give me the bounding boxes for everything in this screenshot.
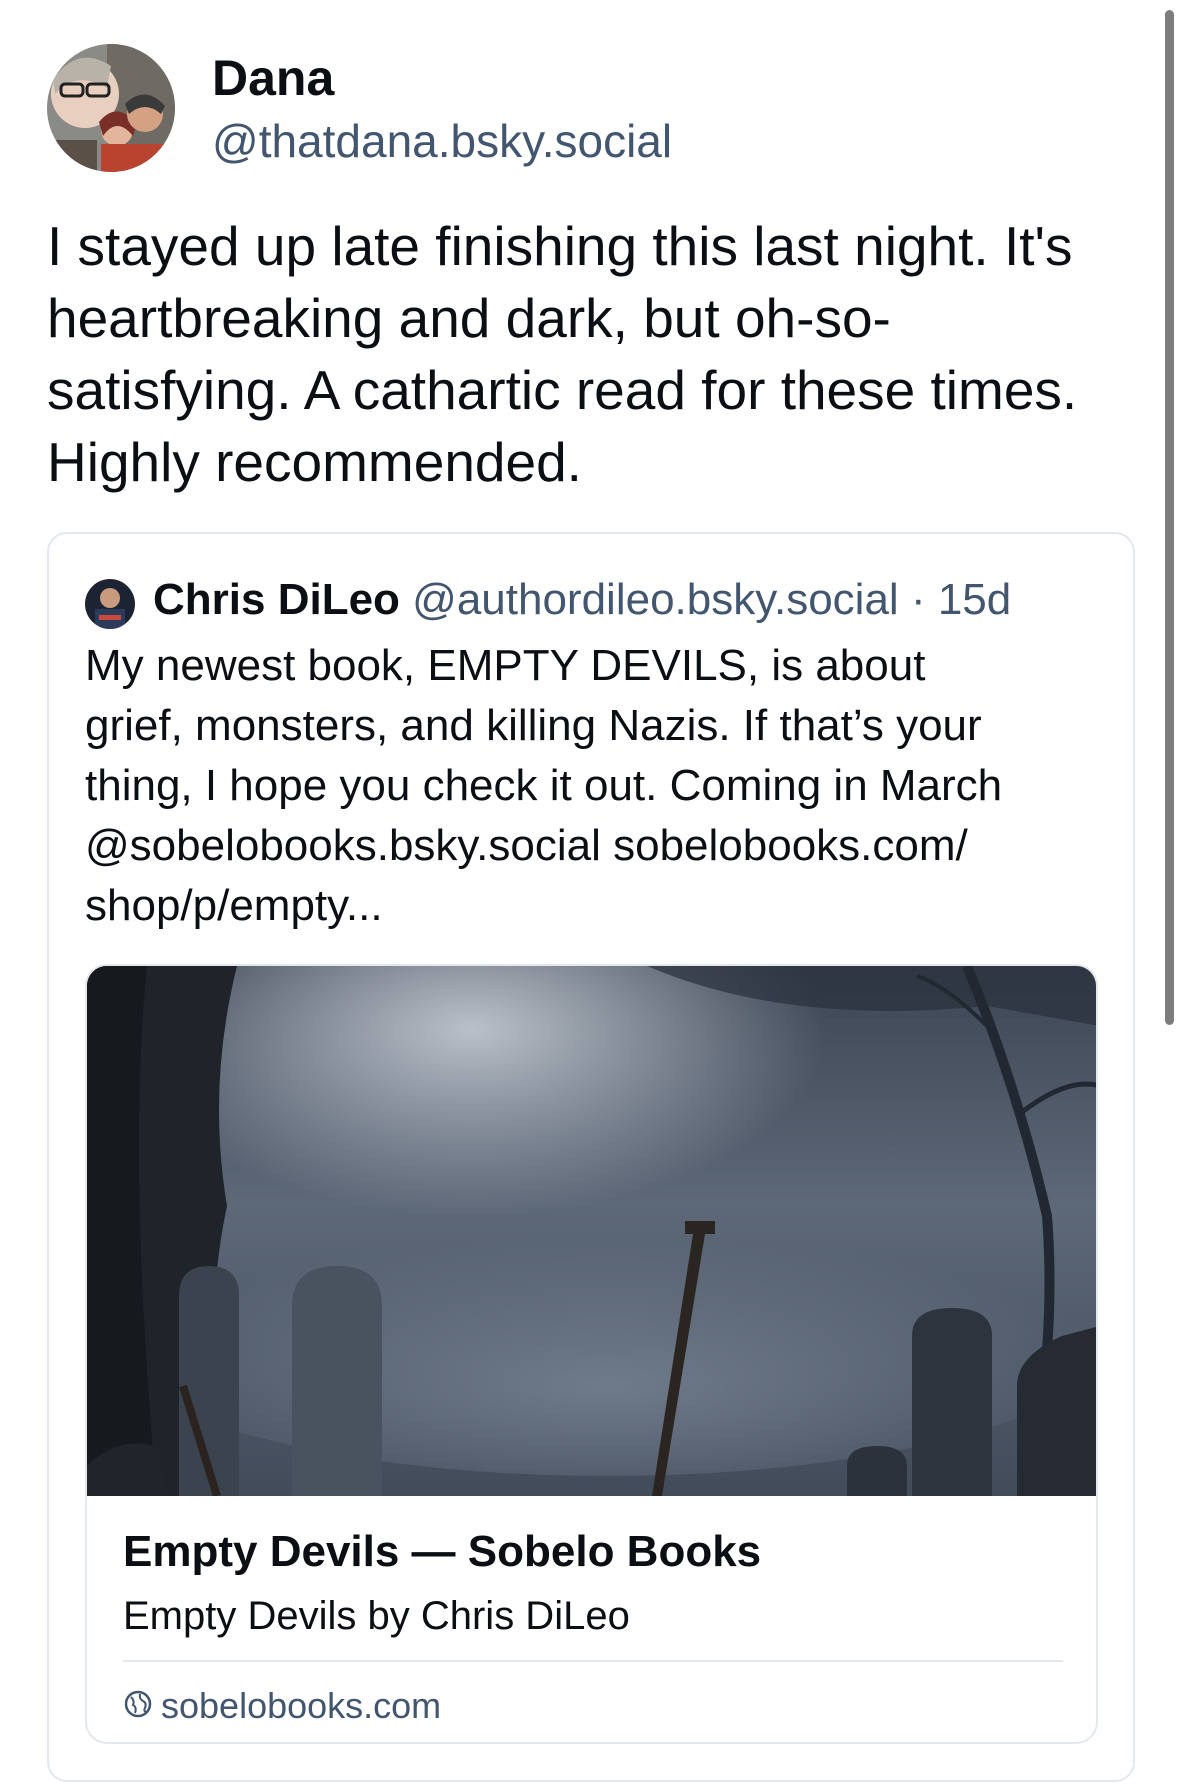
- quoted-post-time[interactable]: 15d: [938, 575, 1011, 624]
- link-preview-domain-row[interactable]: sobelobooks.com: [123, 1678, 441, 1734]
- globe-icon: [123, 1689, 153, 1724]
- link-preview-divider: [123, 1660, 1063, 1662]
- link-preview-domain[interactable]: sobelobooks.com: [161, 1681, 441, 1731]
- quoted-post-text-line: My newest book, EMPTY DEVILS, is about: [85, 641, 926, 690]
- quoted-post-text-line: thing, I hope you check it out. Coming i…: [85, 761, 1003, 810]
- quoted-post-card[interactable]: Chris DiLeo @authordileo.bsky.social · 1…: [47, 532, 1135, 1782]
- quoted-post-header: Chris DiLeo @authordileo.bsky.social · 1…: [153, 572, 1011, 628]
- link-preview-card[interactable]: Empty Devils — Sobelo Books Empty Devils…: [85, 964, 1098, 1744]
- post-text: I stayed up late finishing this last nig…: [47, 215, 1078, 493]
- quoted-post-text-line[interactable]: shop/p/empty...: [85, 876, 1115, 936]
- link-preview-title[interactable]: Empty Devils — Sobelo Books: [123, 1524, 761, 1580]
- author-name[interactable]: Dana: [212, 48, 334, 108]
- author-avatar[interactable]: [47, 44, 175, 172]
- link-preview-image: [87, 966, 1096, 1496]
- post-view: Dana @thatdana.bsky.social I stayed up l…: [0, 0, 1179, 1786]
- header-separator: ·: [910, 575, 926, 624]
- link-preview-description: Empty Devils by Chris DiLeo: [123, 1594, 630, 1638]
- quoted-post-text-line[interactable]: @sobelobooks.bsky.social sobelobooks.com…: [85, 816, 1115, 876]
- scrollbar[interactable]: [1165, 10, 1174, 1025]
- quoted-post-text-line: grief, monsters, and killing Nazis. If t…: [85, 701, 982, 750]
- quoted-author-avatar[interactable]: [85, 579, 135, 629]
- quoted-post-text: My newest book, EMPTY DEVILS, is about g…: [85, 636, 1115, 936]
- author-handle[interactable]: @thatdana.bsky.social: [212, 112, 672, 170]
- quoted-author-name[interactable]: Chris DiLeo: [153, 575, 400, 624]
- quoted-author-handle[interactable]: @authordileo.bsky.social: [412, 575, 899, 624]
